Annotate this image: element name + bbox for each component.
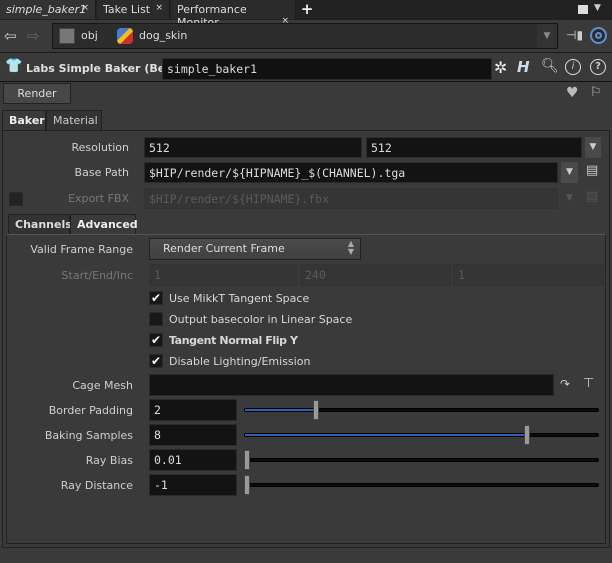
file-chooser-icon[interactable]: ▤ — [586, 163, 598, 178]
slider-fill — [245, 434, 528, 436]
tab-advanced[interactable]: Advanced — [70, 214, 138, 234]
increment-field: 1 — [453, 264, 604, 286]
export-fbx-menu-icon: ▼ — [561, 188, 578, 209]
node-type-label: Labs Simple Baker (Beta) — [26, 62, 183, 75]
resolution-label: Resolution — [71, 141, 129, 154]
resolution-menu-icon[interactable]: ▼ — [585, 137, 601, 158]
tab-channels[interactable]: Channels — [8, 214, 72, 234]
use-mikkt-label: Use MikkT Tangent Space — [169, 292, 310, 305]
export-fbx-path-field: $HIP/render/${HIPNAME}.fbx — [144, 188, 558, 209]
pin-icon[interactable]: ⊣▮ — [566, 28, 583, 42]
search-icon[interactable]: 🔍︎ — [541, 58, 559, 74]
tab-label: Take List — [103, 3, 151, 16]
valid-frame-range-label: Valid Frame Range — [30, 243, 133, 256]
resolution-x-field[interactable]: 512 — [144, 137, 362, 158]
ray-distance-field[interactable]: -1 — [149, 474, 237, 496]
info-icon[interactable]: i — [565, 59, 581, 75]
slider-handle[interactable] — [244, 475, 250, 495]
start-frame-field: 1 — [149, 264, 297, 286]
forward-arrow-icon[interactable]: ⇨ — [27, 27, 40, 45]
node-name-field[interactable]: simple_baker1 — [162, 58, 492, 80]
file-chooser-icon: ▤ — [586, 189, 599, 204]
updown-arrows-icon: ▲ ▼ — [347, 239, 354, 256]
baking-samples-field[interactable]: 8 — [149, 424, 237, 446]
ray-bias-label: Ray Bias — [85, 454, 133, 467]
baking-samples-slider[interactable] — [244, 425, 599, 445]
tab-simple-baker[interactable]: simple_baker1 × — [0, 0, 96, 19]
slider-fill — [245, 409, 316, 411]
tangent-normal-flip-y-label: Tangent Normal Flip Y — [169, 334, 298, 347]
output-basecolor-linear-label: Output basecolor in Linear Space — [169, 313, 353, 326]
pane-menu-icon[interactable]: ▼ — [594, 3, 601, 13]
jump-to-operator-icon[interactable]: ↷ — [560, 377, 570, 391]
ray-distance-slider[interactable] — [244, 475, 599, 495]
heart-icon[interactable]: ♥ — [566, 85, 579, 101]
gear-icon[interactable]: ✲ — [494, 58, 507, 77]
end-frame-field: 240 — [300, 264, 451, 286]
path-label: obj — [81, 29, 98, 42]
ray-bias-field[interactable]: 0.01 — [149, 449, 237, 471]
node-type-icon[interactable]: 👕 — [5, 58, 22, 74]
geometry-node-icon — [117, 28, 133, 44]
resolution-y-field[interactable]: 512 — [366, 137, 582, 158]
base-path-label: Base Path — [74, 166, 129, 179]
path-label: dog_skin — [139, 29, 188, 42]
divider — [0, 81, 612, 82]
border-padding-slider[interactable] — [244, 400, 599, 420]
divider — [0, 52, 612, 53]
close-icon[interactable]: × — [155, 3, 163, 13]
tab-material[interactable]: Material — [46, 110, 102, 130]
disable-lighting-label: Disable Lighting/Emission — [169, 355, 311, 368]
tab-performance-monitor[interactable]: Performance Monitor× — [171, 0, 296, 29]
maximize-icon[interactable] — [578, 5, 588, 14]
path-dropdown-icon[interactable]: ▼ — [537, 24, 557, 48]
base-path-field[interactable]: $HIP/render/${HIPNAME}_$(CHANNEL).tga — [144, 162, 558, 183]
base-path-menu-icon[interactable]: ▼ — [561, 162, 578, 183]
houdini-help-icon[interactable]: H — [517, 58, 530, 76]
valid-frame-range-dropdown[interactable]: Render Current Frame ▲ ▼ — [149, 238, 361, 260]
cage-mesh-label: Cage Mesh — [72, 379, 133, 392]
output-basecolor-linear-checkbox[interactable] — [149, 312, 163, 326]
dropdown-value: Render Current Frame — [163, 242, 285, 255]
help-icon[interactable]: ? — [590, 59, 606, 75]
border-padding-field[interactable]: 2 — [149, 399, 237, 421]
cage-mesh-field[interactable] — [149, 374, 554, 396]
ray-distance-label: Ray Distance — [60, 479, 133, 492]
link-icon[interactable] — [590, 27, 607, 44]
close-icon[interactable]: × — [81, 3, 89, 13]
slider-handle[interactable] — [244, 450, 250, 470]
render-button[interactable]: Render — [3, 83, 71, 104]
border-padding-label: Border Padding — [48, 404, 133, 417]
slider-handle[interactable] — [524, 425, 531, 445]
path-segment-dog-skin[interactable]: dog_skin — [113, 24, 313, 48]
tangent-normal-flip-y-checkbox[interactable]: ✔ — [149, 333, 163, 347]
thumbs-down-icon[interactable]: ⚐ — [590, 85, 602, 100]
ray-bias-slider[interactable] — [244, 450, 599, 470]
slider-handle[interactable] — [312, 400, 319, 420]
add-tab-icon[interactable]: + — [299, 0, 315, 18]
object-network-icon — [59, 28, 75, 44]
export-fbx-label: Export FBX — [68, 192, 129, 205]
start-end-inc-label: Start/End/Inc — [61, 269, 133, 282]
tab-label: simple_baker1 — [6, 3, 87, 16]
baking-samples-label: Baking Samples — [44, 429, 133, 442]
tab-baker[interactable]: Baker — [2, 110, 46, 130]
path-bar: obj dog_skin ▼ — [52, 23, 558, 49]
tab-take-list[interactable]: Take List × — [97, 0, 170, 19]
back-arrow-icon[interactable]: ⇦ — [4, 27, 17, 45]
disable-lighting-checkbox[interactable]: ✔ — [149, 354, 163, 368]
operator-chooser-icon[interactable]: ⊤ — [583, 376, 594, 391]
use-mikkt-checkbox[interactable]: ✔ — [149, 291, 163, 305]
